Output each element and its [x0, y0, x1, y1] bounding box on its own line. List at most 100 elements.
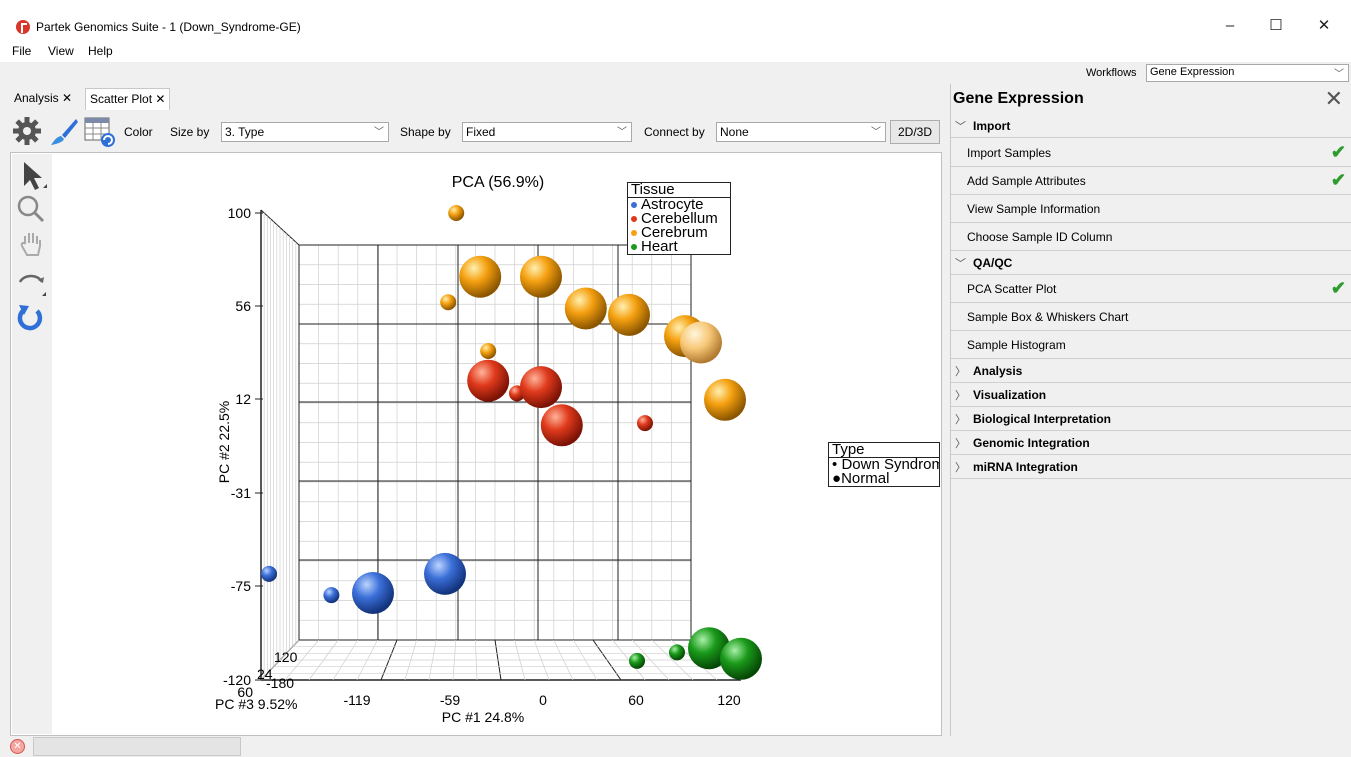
- data-point-heart[interactable]: [629, 652, 645, 669]
- menu-view[interactable]: View: [48, 44, 74, 58]
- data-point-cerebrum[interactable]: [608, 293, 650, 336]
- step-import-samples[interactable]: Import Samples ✔: [951, 139, 1351, 167]
- pan-hand-icon[interactable]: [18, 230, 46, 260]
- rotate-icon[interactable]: [16, 270, 48, 300]
- step-pca-scatter-plot[interactable]: PCA Scatter Plot ✔: [951, 275, 1351, 303]
- section-label: miRNA Integration: [973, 460, 1078, 474]
- data-point-cerebrum[interactable]: [680, 321, 722, 364]
- step-sample-box-whiskers[interactable]: Sample Box & Whiskers Chart: [951, 303, 1351, 331]
- status-bar: ✕: [0, 736, 1351, 757]
- step-sample-histogram[interactable]: Sample Histogram: [951, 331, 1351, 359]
- step-view-sample-information[interactable]: View Sample Information: [951, 195, 1351, 223]
- workflows-dropdown[interactable]: Gene Expression ﹀: [1146, 64, 1349, 82]
- section-mirna-integration[interactable]: 〉 miRNA Integration: [951, 455, 1351, 479]
- data-point-cerebrum[interactable]: [440, 294, 457, 311]
- data-point-cerebrum[interactable]: [480, 343, 497, 359]
- chevron-down-icon: ﹀: [955, 258, 966, 270]
- tab-scatter-plot[interactable]: Scatter Plot ✕: [85, 88, 171, 110]
- section-import[interactable]: ﹀ Import: [951, 114, 1351, 138]
- y-tick-label: 12: [235, 391, 251, 407]
- step-choose-sample-id-column[interactable]: Choose Sample ID Column: [951, 223, 1351, 251]
- chevron-right-icon: 〉: [955, 462, 966, 474]
- size-by-dropdown[interactable]: 3. Type ﹀: [221, 122, 389, 142]
- reset-view-icon[interactable]: [15, 302, 45, 334]
- plot-toolbar: Color Size by 3. Type ﹀ Shape by Fixed ﹀…: [10, 112, 942, 152]
- checkmark-icon: ✔: [1330, 142, 1346, 162]
- maximize-button[interactable]: ☐: [1253, 12, 1299, 40]
- z-axis-label: PC #3 9.52%: [215, 696, 298, 712]
- step-label: Add Sample Attributes: [967, 174, 1086, 188]
- plot-tools-column: [12, 154, 52, 734]
- step-label: Sample Box & Whiskers Chart: [967, 310, 1129, 324]
- legend-dot-icon: [631, 202, 637, 209]
- title-bar: Partek Genomics Suite - 1 (Down_Syndrome…: [0, 0, 1351, 40]
- data-point-astrocyte[interactable]: [352, 572, 394, 614]
- y-tick-label: -75: [231, 578, 251, 594]
- size-by-label: Size by: [170, 125, 210, 139]
- chevron-right-icon: 〉: [955, 438, 966, 450]
- scatter-plot-canvas[interactable]: 100 56 12 -31 -75 -120 -119 -59 0 60 120 60 -180 24 12…: [10, 152, 942, 736]
- error-icon[interactable]: ✕: [10, 739, 25, 754]
- data-point-cerebrum[interactable]: [520, 255, 562, 298]
- connect-by-dropdown[interactable]: None ﹀: [716, 122, 886, 142]
- y-axis-label: PC #2 22.5%: [216, 401, 232, 484]
- chevron-right-icon: 〉: [955, 414, 966, 426]
- chevron-down-icon: ﹀: [374, 127, 384, 138]
- data-point-heart[interactable]: [720, 637, 762, 680]
- legend-dot-icon: [631, 244, 637, 251]
- chevron-right-icon: 〉: [955, 390, 966, 402]
- workflows-value: Gene Expression: [1150, 66, 1235, 78]
- y-tick-label: 100: [228, 205, 252, 221]
- data-point-astrocyte[interactable]: [261, 565, 277, 582]
- select-arrow-icon[interactable]: [18, 160, 48, 192]
- data-point-cerebrum[interactable]: [459, 255, 502, 298]
- legend-label: Heart: [641, 238, 678, 255]
- section-biological-interpretation[interactable]: 〉 Biological Interpretation: [951, 407, 1351, 431]
- pca-3d-plot[interactable]: 1005612-31-75-120-119 -59 0 60 12060-1802412…: [11, 153, 941, 735]
- gear-icon[interactable]: [12, 116, 42, 146]
- section-label: QA/QC: [973, 256, 1013, 270]
- close-window-button[interactable]: ✕: [1301, 12, 1347, 40]
- menu-help[interactable]: Help: [88, 44, 113, 58]
- menu-file[interactable]: File: [12, 44, 31, 58]
- chevron-right-icon: 〉: [955, 366, 966, 378]
- table-refresh-icon[interactable]: [84, 116, 116, 148]
- chevron-down-icon: ﹀: [1334, 69, 1344, 80]
- toggle-2d-3d-button[interactable]: 2D/3D: [890, 120, 940, 144]
- section-label: Analysis: [973, 364, 1023, 378]
- section-visualization[interactable]: 〉 Visualization: [951, 383, 1351, 407]
- data-point-cerebrum[interactable]: [564, 287, 607, 330]
- partek-logo-icon: [16, 20, 30, 34]
- section-genomic-integration[interactable]: 〉 Genomic Integration: [951, 431, 1351, 455]
- data-point-astrocyte[interactable]: [323, 587, 340, 604]
- paintbrush-icon[interactable]: [48, 117, 80, 147]
- data-point-cerebrum[interactable]: [704, 378, 746, 421]
- y-tick-label: -31: [231, 485, 251, 501]
- data-point-heart[interactable]: [669, 644, 685, 661]
- section-label: Genomic Integration: [973, 436, 1090, 450]
- status-message-box: [33, 737, 241, 756]
- connect-by-value: None: [720, 125, 749, 139]
- close-icon[interactable]: ✕: [1325, 86, 1343, 112]
- z-tick-label: 120: [274, 649, 298, 665]
- tab-analysis[interactable]: Analysis ✕: [10, 88, 76, 110]
- section-qaqc[interactable]: ﹀ QA/QC: [951, 251, 1351, 275]
- data-point-astrocyte[interactable]: [424, 552, 466, 595]
- color-label[interactable]: Color: [124, 125, 153, 139]
- minimize-button[interactable]: –: [1207, 12, 1253, 40]
- chevron-down-icon: ﹀: [871, 127, 881, 138]
- data-point-cerebellum[interactable]: [520, 366, 562, 409]
- step-label: Sample Histogram: [967, 338, 1066, 352]
- shape-by-dropdown[interactable]: Fixed ﹀: [462, 122, 632, 142]
- data-point-cerebrum[interactable]: [448, 205, 465, 221]
- section-analysis[interactable]: 〉 Analysis: [951, 359, 1351, 383]
- data-point-cerebellum[interactable]: [637, 415, 653, 432]
- y-tick-label: 56: [235, 298, 251, 314]
- legend-dot-icon: [631, 230, 637, 237]
- plot-grid: [260, 209, 742, 681]
- step-add-sample-attributes[interactable]: Add Sample Attributes ✔: [951, 167, 1351, 195]
- checkmark-icon: ✔: [1330, 278, 1346, 298]
- zoom-magnifier-icon[interactable]: [16, 194, 46, 224]
- data-point-cerebellum[interactable]: [467, 359, 510, 402]
- data-point-cerebellum[interactable]: [540, 404, 583, 447]
